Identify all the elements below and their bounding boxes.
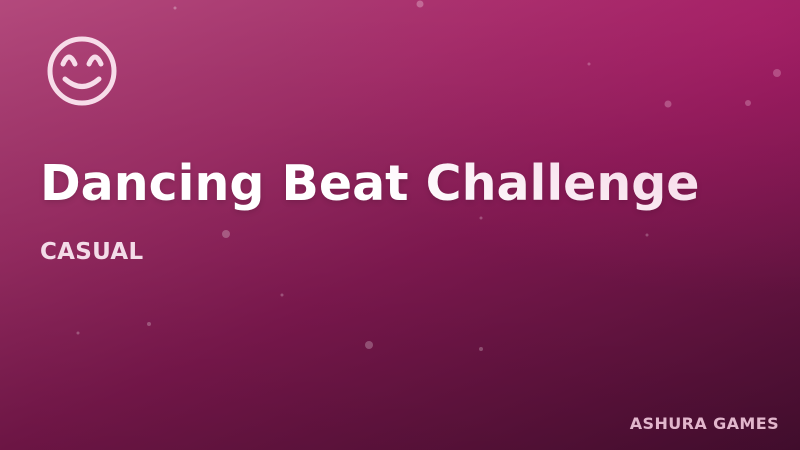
particle (645, 233, 649, 237)
particle (773, 69, 781, 77)
particle (280, 293, 284, 297)
particle (76, 331, 80, 335)
particle (479, 347, 483, 351)
particle (416, 0, 424, 8)
particle (173, 6, 177, 10)
publisher-label: ASHURA GAMES (629, 414, 779, 433)
particle (147, 322, 151, 326)
game-cover-card[interactable]: Dancing Beat Challenge CASUAL ASHURA GAM… (0, 0, 800, 450)
particle (745, 100, 751, 106)
particle (365, 341, 373, 349)
game-title: Dancing Beat Challenge (40, 155, 700, 212)
particle (479, 216, 483, 220)
particle (587, 62, 591, 66)
particle (222, 230, 230, 238)
particle-field (76, 0, 781, 351)
particle (664, 100, 672, 108)
smiling-face-icon (47, 36, 117, 106)
genre-label: CASUAL (40, 239, 144, 265)
